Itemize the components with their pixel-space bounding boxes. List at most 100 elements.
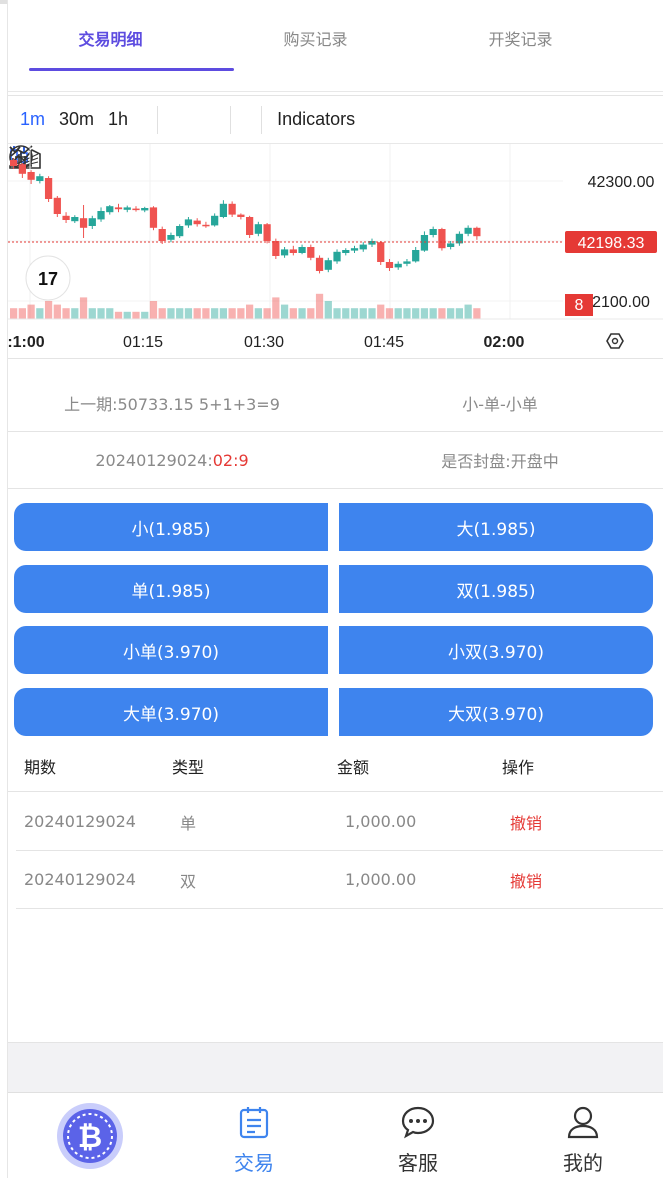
tab-draw-records[interactable]: 开奖记录 — [418, 4, 623, 91]
document-icon — [239, 1107, 269, 1139]
volume-bar — [289, 308, 297, 319]
volume-bar — [176, 308, 184, 319]
bitcoin-icon: ₿ — [57, 1103, 123, 1169]
interval-1h[interactable]: 1h — [101, 109, 135, 130]
bet-big-even-button[interactable]: 大双(3.970) — [339, 688, 653, 736]
volume-bar — [420, 308, 429, 319]
volume-bar — [141, 311, 149, 319]
previous-draw-text: 上一期:50733.15 5+1+3=9 — [64, 395, 280, 414]
nav-support[interactable]: 客服 — [353, 1105, 483, 1176]
settings-icon-center — [611, 337, 619, 345]
volume-bar — [315, 293, 324, 319]
tradingview-logo-mark: 17 — [38, 269, 58, 289]
volume-bar — [412, 308, 420, 319]
indicators-label: Indicators — [277, 109, 356, 129]
col-period: 期数 — [24, 757, 57, 777]
candle-body — [412, 250, 420, 262]
candle-body — [394, 263, 402, 268]
volume-bar — [333, 308, 341, 319]
y-tick-label: 2100.00 — [592, 294, 650, 311]
candle-body — [228, 203, 236, 215]
volume-bar — [88, 308, 96, 319]
candle-body — [114, 207, 123, 210]
cancel-button[interactable]: 撤销 — [510, 868, 650, 892]
volume-bar — [53, 304, 61, 319]
x-tick-label: 01:45 — [364, 334, 404, 351]
bet-small-button[interactable]: 小(1.985) — [14, 503, 328, 551]
toolbar-divider — [230, 105, 232, 134]
bet-big-button[interactable]: 大(1.985) — [339, 503, 653, 551]
nav-label: 交易 — [234, 1151, 274, 1175]
volume-bar — [149, 301, 158, 319]
bet-even-button[interactable]: 双(1.985) — [339, 565, 653, 613]
bet-odd-button[interactable]: 单(1.985) — [14, 565, 328, 613]
volume-bar — [473, 308, 481, 319]
candlestick-plot: 42300.00 2100.00 42198.33 8:1:00 01:15 01:30 0… — [8, 144, 663, 351]
volume-bar — [184, 308, 193, 319]
bet-small-odd-button[interactable]: 小单(3.970) — [14, 626, 328, 674]
last-price-label: 42198.33 — [578, 235, 645, 252]
candle-body — [36, 176, 44, 181]
candle-body — [447, 243, 455, 247]
volume-bar — [18, 308, 26, 319]
volume-bar — [350, 308, 359, 319]
bet-big-odd-button[interactable]: 大单(3.970) — [14, 688, 328, 736]
candle-body — [62, 215, 70, 220]
nav-mine[interactable]: 我的 — [518, 1105, 648, 1176]
candle-body — [377, 242, 385, 262]
candle-body — [141, 208, 149, 211]
volume-bar — [298, 308, 306, 319]
candle-body — [307, 247, 315, 258]
candle-body — [246, 217, 254, 235]
nav-trade[interactable]: 交易 — [189, 1105, 319, 1176]
volume-bar — [228, 308, 236, 319]
interval-30m[interactable]: 30m — [52, 109, 101, 130]
candle-body — [132, 208, 140, 211]
market-status: 是否封盘:开盘中 — [441, 452, 559, 471]
candle-body — [272, 241, 280, 256]
volume-bar — [97, 308, 105, 319]
candle-body — [176, 226, 184, 237]
row-amount: 1,000.00 — [345, 870, 417, 889]
tab-purchase-records[interactable]: 购买记录 — [213, 4, 418, 91]
volume-bar — [132, 311, 140, 319]
candle-body — [53, 197, 61, 214]
volume-bar — [280, 304, 289, 319]
volume-bar — [167, 308, 175, 319]
app-frame: 交易明细 购买记录 开奖记录 1m 30m 1h Indicators 4230… — [7, 0, 663, 1178]
volume-bar — [10, 308, 18, 319]
indicators-button[interactable]: Indicators — [10, 109, 362, 167]
bet-small-even-button[interactable]: 小双(3.970) — [339, 626, 653, 674]
tab-trade-details[interactable]: 交易明细 — [8, 4, 234, 91]
tab-bar: 交易明细 购买记录 开奖记录 — [8, 4, 663, 92]
row-period: 20240129024 — [24, 870, 136, 889]
volume-bar — [307, 308, 315, 319]
candle-body — [289, 249, 297, 253]
x-tick-label: 02:00 — [484, 334, 525, 351]
chat-icon — [401, 1106, 435, 1139]
nav-home[interactable]: ₿ — [25, 1101, 155, 1175]
candle-body — [298, 247, 306, 253]
volume-bar — [438, 308, 446, 319]
volume-bar — [158, 308, 166, 319]
interval-1m[interactable]: 1m — [8, 109, 52, 130]
volume-bar — [464, 304, 472, 319]
row-type: 单 — [180, 813, 197, 833]
volume-bar — [403, 308, 411, 319]
previous-draw-result: 小-单-小单 — [462, 395, 538, 414]
volume-bar — [254, 308, 262, 319]
col-amount: 金额 — [337, 757, 370, 777]
candle-body — [193, 220, 201, 225]
candle-body — [219, 203, 228, 217]
price-chart[interactable]: 1m 30m 1h Indicators 42300.00 2100.00 42… — [8, 95, 663, 359]
nav-label: 客服 — [398, 1151, 438, 1175]
volume-bar — [359, 308, 367, 319]
countdown: 02:9 — [212, 450, 249, 470]
candle-body — [333, 251, 341, 262]
candle-body — [403, 261, 411, 264]
volume-bar — [324, 301, 332, 319]
candle-body — [97, 211, 105, 220]
tab-label: 交易明细 — [78, 30, 143, 49]
cancel-button[interactable]: 撤销 — [510, 810, 650, 834]
volume-bar — [211, 308, 219, 319]
